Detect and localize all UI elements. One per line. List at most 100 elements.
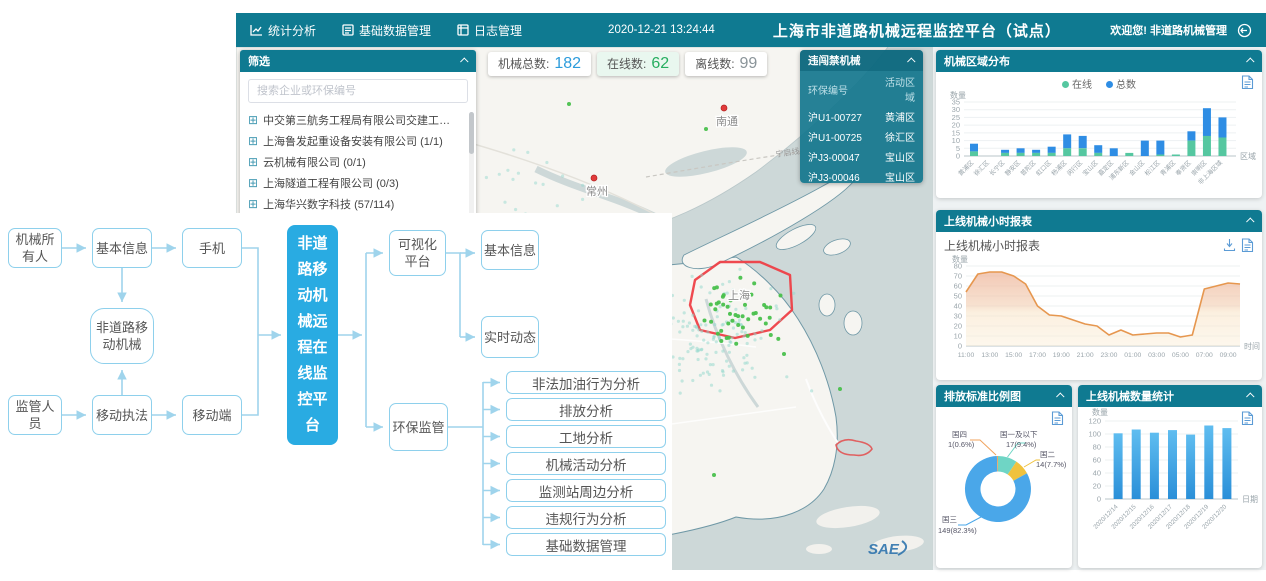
flow-node-platform: 非道路移动机械远程在线监控平台	[287, 225, 338, 445]
flow-node-vis-basic-info: 基本信息	[481, 230, 539, 270]
list-icon	[342, 24, 354, 36]
company-item-0[interactable]: ⊞中交第三航务工程局有限公司交建工程分	[248, 109, 468, 130]
flow-node-env-supervision: 环保监管	[389, 403, 448, 451]
svg-text:数量: 数量	[950, 90, 966, 100]
flow-node-supervisor: 监管人员	[8, 395, 62, 435]
collapse-icon[interactable]	[1246, 217, 1254, 225]
company-item-1[interactable]: ⊞上海鲁发起重设备安装有限公司 (1/1)	[248, 130, 468, 151]
company-item-2[interactable]: ⊞云机械有限公司 (0/1)	[248, 151, 468, 172]
svg-text:09:00: 09:00	[1220, 352, 1237, 359]
svg-text:70: 70	[954, 272, 962, 281]
report-icon[interactable]	[1241, 238, 1254, 253]
company-item-3[interactable]: ⊞上海隧道工程有限公司 (0/3)	[248, 172, 468, 193]
svg-text:20: 20	[952, 121, 960, 130]
header-datetime: 2020-12-21 13:24:44	[608, 24, 715, 36]
svg-text:20: 20	[1093, 482, 1101, 491]
expand-icon[interactable]: ⊞	[248, 177, 258, 189]
hourly-chart-subtitle: 上线机械小时报表	[936, 232, 1262, 254]
restricted-panel-title: 违闯禁机械	[808, 53, 861, 68]
collapse-icon[interactable]	[460, 57, 468, 65]
hourly-report-panel: 上线机械小时报表 上线机械小时报表 01020304050607080数量时间1…	[936, 210, 1262, 380]
district-panel-title: 机械区域分布	[944, 53, 1010, 69]
download-icon[interactable]	[1223, 238, 1236, 252]
daily-panel-header[interactable]: 上线机械数量统计	[1078, 385, 1262, 407]
svg-text:长宁区: 长宁区	[988, 159, 1007, 178]
svg-text:11:00: 11:00	[958, 352, 975, 359]
svg-text:5: 5	[956, 144, 960, 153]
hourly-panel-header[interactable]: 上线机械小时报表	[936, 210, 1262, 232]
col-district: 活动区域	[870, 71, 923, 106]
expand-icon[interactable]: ⊞	[248, 135, 258, 147]
svg-text:徐汇区: 徐汇区	[972, 159, 991, 178]
flow-leaf-3: 机械活动分析	[506, 452, 666, 475]
svg-text:闵行区: 闵行区	[1065, 159, 1084, 178]
district-distribution-chart: 05101520253035数量区域黄浦区徐汇区长宁区静安区普陀区虹口区杨浦区闵…	[936, 90, 1262, 192]
city-label-shanghai: 上海	[728, 288, 750, 302]
svg-text:15: 15	[952, 128, 960, 137]
flow-node-owner: 机械所有人	[8, 228, 62, 268]
svg-text:30: 30	[952, 105, 960, 114]
emission-panel-header[interactable]: 排放标准比例图	[936, 385, 1072, 407]
app-header: 统计分析 基础数据管理 日志管理 2020-12-21 13:24:44 上海市非道…	[236, 13, 1266, 47]
company-item-4[interactable]: ⊞上海华兴数字科技 (57/114)	[248, 193, 468, 214]
restricted-panel-header[interactable]: 违闯禁机械	[800, 50, 923, 71]
svg-text:07:00: 07:00	[1196, 352, 1213, 359]
svg-text:青浦区: 青浦区	[1159, 159, 1178, 178]
stat-online-machines: 在线数:62	[597, 52, 679, 76]
hourly-panel-title: 上线机械小时报表	[944, 213, 1032, 229]
svg-text:时间: 时间	[1244, 341, 1260, 351]
collapse-icon[interactable]	[907, 57, 915, 65]
svg-text:15:00: 15:00	[1005, 352, 1022, 359]
menu-item-0[interactable]: 统计分析	[250, 22, 316, 39]
expand-icon[interactable]: ⊞	[248, 114, 258, 126]
hourly-online-chart: 01020304050607080数量时间11:0013:0015:0017:0…	[936, 254, 1262, 376]
report-icon[interactable]	[1241, 411, 1254, 426]
svg-text:120: 120	[1088, 417, 1101, 426]
filter-panel-title: 筛选	[248, 53, 270, 69]
flow-leaf-4: 监测站周边分析	[506, 479, 666, 502]
svg-text:50: 50	[954, 292, 962, 301]
city-marker-changzhou	[591, 175, 597, 181]
filter-panel-header[interactable]: 筛选	[240, 50, 476, 72]
collapse-icon[interactable]	[1056, 392, 1064, 400]
expand-icon[interactable]: ⊞	[248, 156, 258, 168]
city-marker-nantong	[721, 105, 727, 111]
svg-text:数量: 数量	[1092, 407, 1108, 417]
emission-ratio-panel: 排放标准比例图 国一及以下17(9.4%)国二14(7.7%)国三149(82.…	[936, 385, 1072, 568]
report-icon[interactable]	[1051, 411, 1064, 426]
page-title: 上海市非道路机械远程监控平台（试点）	[773, 20, 1061, 41]
menu-item-2[interactable]: 日志管理	[457, 22, 522, 39]
search-input[interactable]	[248, 79, 468, 103]
restricted-row-0[interactable]: 沪U1-00727黄浦区	[800, 106, 923, 126]
svg-text:60: 60	[954, 282, 962, 291]
architecture-flowchart: 机械所有人 基本信息 手机 非道路移动机械 监管人员 移动执法 移动端 非道路移…	[0, 213, 672, 581]
svg-text:10: 10	[954, 332, 962, 341]
svg-text:日期: 日期	[1242, 495, 1258, 504]
restricted-row-1[interactable]: 沪U1-00725徐汇区	[800, 126, 923, 146]
logout-icon[interactable]	[1237, 23, 1252, 38]
menu-item-1[interactable]: 基础数据管理	[342, 22, 431, 39]
svg-text:23:00: 23:00	[1100, 352, 1117, 359]
svg-text:0: 0	[958, 342, 962, 351]
restricted-row-3[interactable]: 沪J3-00046宝山区	[800, 166, 923, 183]
svg-text:数量: 数量	[952, 254, 968, 264]
collapse-icon[interactable]	[1246, 57, 1254, 65]
svg-text:03:00: 03:00	[1148, 352, 1165, 359]
flow-leaf-6: 基础数据管理	[506, 533, 666, 556]
city-label-nantong: 南通	[716, 115, 738, 128]
collapse-icon[interactable]	[1246, 392, 1254, 400]
svg-text:区域: 区域	[1240, 151, 1256, 161]
svg-text:普陀区: 普陀区	[1019, 159, 1038, 178]
district-panel-header[interactable]: 机械区域分布	[936, 50, 1262, 72]
stats-bar: 机械总数:182 在线数:62 离线数:99	[488, 52, 767, 76]
svg-text:奉贤区: 奉贤区	[1174, 159, 1193, 178]
flow-leaf-1: 排放分析	[506, 398, 666, 421]
report-icon[interactable]	[1241, 75, 1254, 90]
expand-icon[interactable]: ⊞	[248, 198, 258, 210]
flow-node-phone: 手机	[182, 228, 242, 268]
restricted-row-2[interactable]: 沪J3-00047宝山区	[800, 146, 923, 166]
city-label-changzhou: 常州	[586, 185, 608, 198]
daily-panel-title: 上线机械数量统计	[1086, 388, 1174, 404]
svg-text:松江区: 松江区	[1143, 159, 1162, 178]
svg-text:40: 40	[1093, 469, 1101, 478]
